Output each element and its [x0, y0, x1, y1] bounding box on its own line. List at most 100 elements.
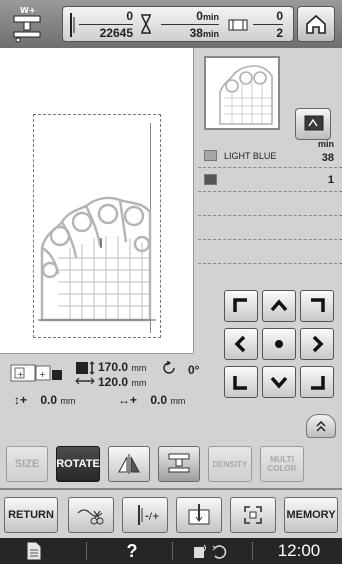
document-icon — [27, 542, 41, 560]
svg-text:W+: W+ — [20, 6, 36, 15]
lace-design-preview[interactable] — [38, 188, 156, 324]
thread-cut-button[interactable] — [68, 497, 114, 533]
design-width-unit: mm — [131, 378, 147, 388]
thread-color-list[interactable]: min LIGHT BLUE 38 1 — [198, 139, 342, 284]
svg-text:-/+: -/+ — [145, 512, 160, 522]
size-button[interactable]: SIZE — [6, 446, 48, 482]
color-total: 2 — [253, 24, 283, 40]
density-button[interactable]: DENSITY — [208, 446, 252, 482]
horizontal-offset-icon: ↔+ — [118, 393, 138, 407]
multi-color-button[interactable]: MULTI COLOR — [260, 446, 304, 482]
home-button[interactable] — [297, 6, 335, 42]
svg-text:+: + — [17, 370, 24, 379]
arrow-left-icon — [234, 335, 246, 353]
vertical-offset: ↕+ 0.0 mm — [14, 393, 75, 407]
frame-display-icon: + + — [10, 364, 62, 382]
arrow-right-icon — [312, 335, 324, 353]
embroidery-canvas[interactable] — [0, 48, 194, 354]
color-row-1[interactable]: LIGHT BLUE 38 — [198, 144, 342, 168]
help-button[interactable]: ? — [104, 538, 160, 564]
color-row-empty — [198, 216, 342, 240]
vertical-offset-value: 0.0 — [40, 393, 58, 407]
corner-up-right-icon — [311, 298, 325, 312]
color-swatch — [204, 174, 217, 185]
expand-menu-button[interactable] — [306, 414, 336, 438]
design-height: 170.0 mm — [98, 360, 146, 374]
double-chevron-up-icon — [316, 420, 326, 432]
layout-button[interactable] — [230, 497, 276, 533]
move-up-left-button[interactable] — [224, 290, 258, 322]
color-row-empty — [198, 240, 342, 264]
top-status-bar: W+ 0 22645 0min 38min 0 2 — [0, 0, 342, 48]
vertical-offset-unit: mm — [60, 396, 76, 406]
progress-counter-panel: 0 22645 0min 38min 0 2 — [62, 6, 294, 42]
horizontal-offset: ↔+ 0.0 mm — [118, 393, 185, 407]
color-row-empty — [198, 264, 342, 288]
display-view-button[interactable] — [295, 108, 331, 140]
width-arrow-icon — [75, 377, 95, 385]
hourglass-icon — [141, 14, 151, 34]
trial-stitch-button[interactable] — [176, 497, 222, 533]
design-width: 120.0 mm — [98, 375, 146, 389]
mirror-button[interactable] — [108, 446, 150, 482]
bottom-status-bar: ? 12:00 — [0, 538, 342, 564]
separator — [86, 542, 87, 560]
arrow-down-icon — [270, 376, 288, 389]
center-dot-icon — [275, 340, 283, 348]
move-down-left-button[interactable] — [224, 366, 258, 398]
design-width-value: 120.0 — [98, 375, 129, 389]
color-row-empty — [198, 192, 342, 216]
color-time: 38 — [321, 152, 334, 164]
scissors-thread-icon — [77, 509, 104, 525]
move-down-right-button[interactable] — [300, 366, 334, 398]
color-name: LIGHT BLUE — [224, 151, 277, 161]
multi-color-line-2: COLOR — [267, 464, 297, 473]
rotate-angle-icon — [163, 361, 175, 374]
thread-spool-icon — [228, 19, 248, 31]
wireless-status[interactable] — [178, 538, 244, 564]
move-up-right-button[interactable] — [300, 290, 334, 322]
magnify-view-icon — [304, 115, 324, 131]
rotation-angle: 0° — [188, 363, 200, 377]
vertical-offset-icon: ↕+ — [14, 393, 28, 407]
color-row-2[interactable]: 1 — [198, 168, 342, 192]
wireless-sync-icon — [194, 544, 227, 559]
stitch-total: 22645 — [79, 24, 133, 40]
clock: 12:00 — [277, 541, 321, 560]
corner-down-right-icon — [311, 376, 325, 390]
rotate-button[interactable]: ROTATE — [56, 446, 100, 482]
corner-down-left-icon — [233, 376, 247, 390]
move-right-button[interactable] — [300, 328, 334, 360]
horizontal-offset-unit: mm — [170, 396, 186, 406]
separator — [252, 542, 253, 560]
trial-stitch-icon — [188, 504, 210, 525]
memory-button[interactable]: MEMORY — [284, 497, 338, 533]
svg-text:+: + — [39, 370, 46, 379]
section-divider — [0, 488, 342, 490]
design-height-unit: mm — [131, 363, 147, 373]
presser-foot-icon[interactable]: W+ — [8, 4, 46, 44]
time-total: 38 — [189, 26, 203, 40]
time-unit-bottom: min — [202, 29, 219, 39]
needle-tension-icon: -/+ — [138, 505, 160, 525]
time-unit-top: min — [202, 12, 219, 22]
horizontal-offset-value: 0.0 — [150, 393, 168, 407]
move-up-button[interactable] — [262, 290, 296, 322]
presser-foot-frame-icon — [168, 453, 190, 473]
document-button[interactable] — [0, 538, 68, 564]
move-left-button[interactable] — [224, 328, 258, 360]
move-down-button[interactable] — [262, 366, 296, 398]
design-height-value: 170.0 — [98, 360, 129, 374]
arrow-up-icon — [270, 299, 288, 312]
color-current: 0 — [276, 9, 283, 23]
tension-button[interactable]: -/+ — [122, 497, 168, 533]
color-time: 1 — [327, 174, 334, 186]
separator — [172, 542, 173, 560]
mirror-icon — [118, 454, 140, 474]
needle-icon — [70, 13, 75, 37]
frame-select-button[interactable] — [158, 446, 200, 482]
time-elapsed: 0 — [196, 9, 203, 23]
return-button[interactable]: RETURN — [4, 497, 58, 533]
home-icon — [306, 14, 326, 34]
center-button[interactable] — [262, 328, 296, 360]
